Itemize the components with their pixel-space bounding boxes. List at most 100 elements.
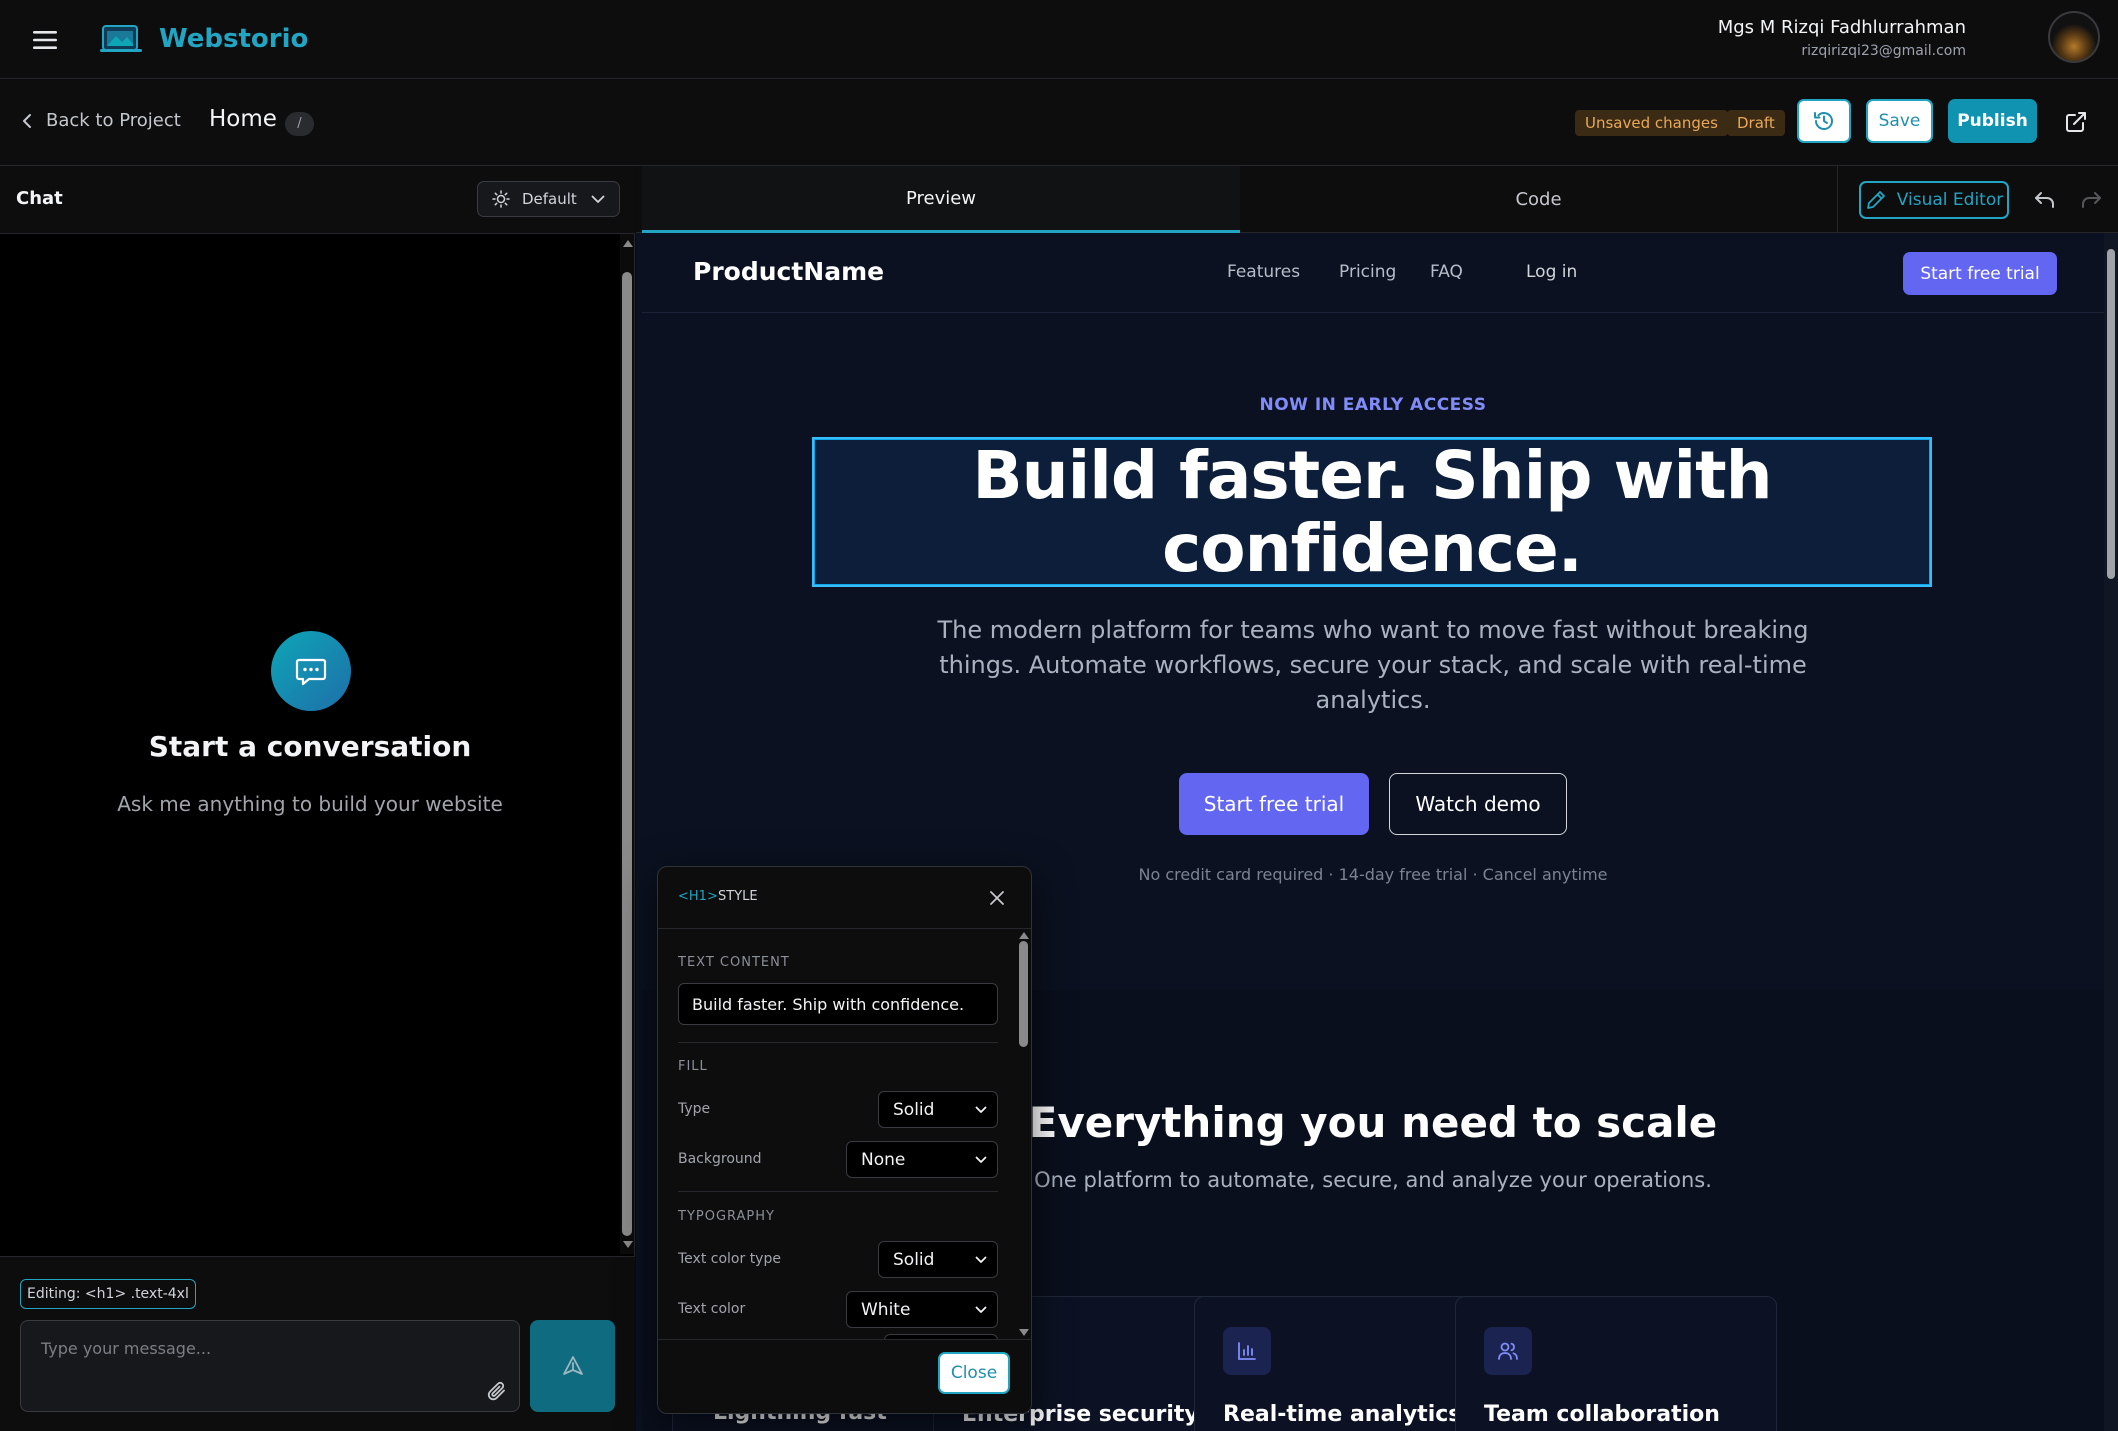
- element-tag: <H1>: [678, 889, 718, 904]
- scroll-down-arrow-icon[interactable]: [1019, 1329, 1029, 1336]
- chevron-down-icon: [975, 1306, 987, 1313]
- chat-header: Chat Default: [0, 166, 635, 234]
- back-to-project-link[interactable]: Back to Project: [22, 110, 181, 131]
- theme-select-value: Default: [522, 190, 577, 208]
- preview-scrollbar-thumb[interactable]: [2107, 249, 2115, 579]
- users-icon: [1484, 1327, 1532, 1375]
- tab-divider: [1837, 166, 1838, 233]
- chevron-down-icon: [975, 1106, 987, 1113]
- text-color-type-select[interactable]: Solid: [878, 1241, 998, 1278]
- pencil-icon: [1866, 191, 1885, 209]
- page-path-chip: /: [285, 112, 314, 136]
- scroll-up-arrow-icon[interactable]: [623, 240, 633, 247]
- preview-login-link[interactable]: Log in: [1526, 262, 1577, 282]
- style-panel-scrollbar[interactable]: [1016, 929, 1031, 1339]
- text-content-input[interactable]: [678, 983, 998, 1025]
- style-panel-footer: Close: [658, 1339, 1031, 1413]
- theme-select[interactable]: Default: [477, 181, 620, 217]
- tab-preview[interactable]: Preview: [642, 166, 1240, 233]
- style-panel-header: <H1> STYLE: [658, 867, 1031, 929]
- preview-nav-pricing[interactable]: Pricing: [1339, 262, 1396, 282]
- preview-nav-faq[interactable]: FAQ: [1430, 262, 1463, 282]
- paperclip-icon[interactable]: [484, 1379, 510, 1405]
- background-select[interactable]: None: [846, 1141, 998, 1178]
- divider: [678, 1042, 998, 1043]
- version-history-button[interactable]: [1797, 99, 1851, 143]
- page-title: Home: [209, 106, 277, 132]
- user-name: Mgs M Rizqi Fadhlurrahman: [1717, 17, 1966, 38]
- chevron-down-icon: [591, 195, 605, 203]
- preview-scrollbar[interactable]: [2104, 233, 2118, 1431]
- empty-state-title: Start a conversation: [148, 730, 472, 763]
- hero-subtitle: The modern platform for teams who want t…: [937, 616, 1809, 714]
- chat-composer: Editing: <h1> .text-4xl: [0, 1256, 635, 1431]
- style-panel-scrollbar-thumb[interactable]: [1019, 941, 1028, 1047]
- text-color-type-label: Text color type: [678, 1251, 781, 1267]
- fill-type-select[interactable]: Solid: [878, 1091, 998, 1128]
- undo-icon[interactable]: [2030, 185, 2060, 215]
- background-value: None: [861, 1149, 906, 1170]
- fill-type-label: Type: [678, 1101, 711, 1117]
- hero-watch-demo-button[interactable]: Watch demo: [1389, 773, 1567, 835]
- chevron-down-icon: [975, 1156, 987, 1163]
- open-external-icon[interactable]: [2060, 106, 2092, 138]
- element-style-panel: <H1> STYLE TEXT CONTENT FILL Type Solid …: [657, 866, 1032, 1414]
- preview-brand[interactable]: ProductName: [693, 257, 884, 286]
- chat-panel: Chat Default Start a conversation Ask me…: [0, 166, 635, 1431]
- preview-nav-trial-button[interactable]: Start free trial: [1903, 252, 2057, 295]
- close-icon[interactable]: [984, 885, 1010, 911]
- close-button[interactable]: Close: [938, 1352, 1010, 1394]
- visual-editor-button[interactable]: Visual Editor: [1859, 181, 2009, 219]
- brand-logo-icon: [100, 22, 142, 54]
- feature-card-title: Real-time analytics: [1223, 1402, 1462, 1427]
- chat-title: Chat: [16, 188, 63, 209]
- preview-nav-features[interactable]: Features: [1227, 262, 1300, 282]
- selected-h1-element[interactable]: Build faster. Ship with confidence.: [812, 437, 1932, 587]
- hamburger-menu-icon[interactable]: [28, 24, 62, 56]
- save-button[interactable]: Save: [1866, 99, 1933, 143]
- redo-icon[interactable]: [2076, 185, 2106, 215]
- style-panel-title: STYLE: [718, 889, 758, 904]
- user-email: rizqirizqi23@gmail.com: [1801, 43, 1966, 59]
- hero-title: Build faster. Ship with confidence.: [972, 437, 1772, 587]
- background-label: Background: [678, 1151, 762, 1167]
- chat-scrollbar-thumb[interactable]: [622, 272, 632, 1236]
- unsaved-changes-badge: Unsaved changes: [1575, 110, 1728, 136]
- chat-bubble-icon: [271, 631, 351, 711]
- message-input[interactable]: [20, 1320, 520, 1412]
- scroll-down-arrow-icon[interactable]: [623, 1241, 633, 1248]
- feature-card-title: Team collaboration: [1484, 1402, 1720, 1427]
- send-icon: [562, 1356, 583, 1375]
- scroll-up-arrow-icon[interactable]: [1019, 932, 1029, 939]
- bar-chart-icon: [1223, 1327, 1271, 1375]
- publish-button[interactable]: Publish: [1948, 99, 2037, 143]
- back-to-project-label: Back to Project: [46, 110, 181, 131]
- sun-icon: [492, 190, 510, 208]
- feature-card: Team collaboration: [1455, 1296, 1777, 1431]
- top-app-bar: Webstorio Mgs M Rizqi Fadhlurrahman rizq…: [0, 0, 2118, 79]
- editor-tabs: Preview Code Visual Editor: [636, 166, 2118, 233]
- section-typography: TYPOGRAPHY: [678, 1209, 775, 1224]
- section-fill: FILL: [678, 1059, 708, 1074]
- empty-state-subtitle: Ask me anything to build your website: [117, 792, 503, 816]
- editing-context-chip[interactable]: Editing: <h1> .text-4xl: [20, 1279, 196, 1309]
- visual-editor-label: Visual Editor: [1896, 190, 2004, 210]
- divider: [678, 1191, 998, 1192]
- project-header: Back to Project Home / Unsaved changes D…: [0, 80, 2118, 166]
- hero-eyebrow: NOW IN EARLY ACCESS: [1259, 395, 1487, 415]
- preview-navbar: ProductName Features Pricing FAQ Log in …: [642, 233, 2104, 313]
- tab-code[interactable]: Code: [1240, 166, 1837, 233]
- style-panel-body: TEXT CONTENT FILL Type Solid Background …: [658, 929, 1031, 1339]
- hero-start-trial-button[interactable]: Start free trial: [1179, 773, 1369, 835]
- text-color-value: White: [861, 1299, 911, 1320]
- text-color-select[interactable]: White: [846, 1291, 998, 1328]
- text-color-label: Text color: [678, 1301, 746, 1317]
- section-text-content: TEXT CONTENT: [678, 955, 790, 970]
- brand-name[interactable]: Webstorio: [159, 22, 308, 56]
- send-button[interactable]: [530, 1320, 615, 1412]
- fill-type-value: Solid: [893, 1099, 935, 1120]
- avatar[interactable]: [2048, 11, 2100, 63]
- chevron-down-icon: [975, 1256, 987, 1263]
- draft-status-badge: Draft: [1727, 110, 1785, 136]
- chat-scrollbar[interactable]: [620, 234, 634, 1254]
